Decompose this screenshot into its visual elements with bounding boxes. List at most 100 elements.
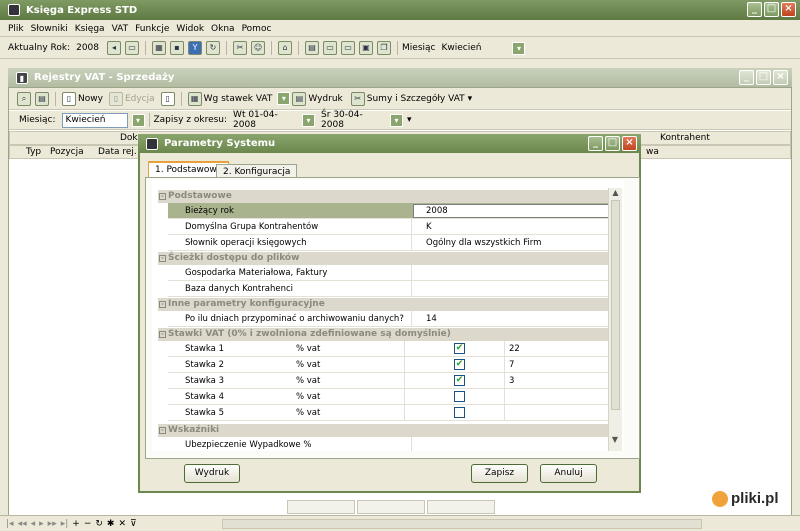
section-wskazniki[interactable]: - Wskaźniki xyxy=(158,424,608,437)
menu-ksiega[interactable]: Księga xyxy=(75,24,105,34)
new-doc-icon[interactable]: ▯ xyxy=(62,91,76,106)
column-wa[interactable]: wa xyxy=(646,147,659,157)
add-record-icon[interactable]: + xyxy=(72,519,80,529)
chevron-down-icon[interactable]: ▾ xyxy=(512,41,526,55)
delete-record-icon[interactable]: − xyxy=(84,519,92,529)
copy-icon[interactable]: ❐ xyxy=(377,41,392,55)
menu-okna[interactable]: Okna xyxy=(211,24,235,34)
row-biezacy-rok[interactable]: Bieżący rok 2008 xyxy=(168,203,610,219)
cancel-button[interactable]: Anuluj xyxy=(540,464,597,483)
column-data[interactable]: Data rej. xyxy=(98,147,137,157)
dialog-maximize-icon[interactable]: □ xyxy=(605,136,620,151)
horizontal-scrollbar[interactable] xyxy=(222,519,702,529)
first-record-icon[interactable]: |◂ xyxy=(6,519,14,529)
row-stawka-4[interactable]: Stawka 4% vat xyxy=(168,389,608,405)
filter-month-select[interactable]: Kwiecień xyxy=(61,112,128,128)
collapse-icon[interactable]: - xyxy=(159,193,166,200)
row-grupa-kontrahentow[interactable]: Domyślna Grupa Kontrahentów K xyxy=(168,219,608,235)
collapse-icon[interactable]: - xyxy=(159,301,166,308)
book-icon[interactable]: ▤ xyxy=(305,41,320,55)
date-to-field[interactable]: Śr 30-04-2008 xyxy=(318,110,386,130)
tools-icon[interactable]: ✂ xyxy=(233,41,248,55)
vat-3-checkbox[interactable]: ✔ xyxy=(454,375,465,386)
preview-icon[interactable]: ⌕ xyxy=(17,91,31,106)
row-ubezpieczenie[interactable]: Ubezpieczenie Wypadkowe % xyxy=(168,437,608,451)
row-stawka-2[interactable]: Stawka 2% vat ✔ 7 xyxy=(168,357,608,373)
user-icon[interactable]: ☺ xyxy=(251,41,266,55)
child-close-icon[interactable]: × xyxy=(773,70,788,85)
dialog-close-icon[interactable]: × xyxy=(622,136,637,151)
row-slownik-operacji[interactable]: Słownik operacji księgowych Ogólny dla ws… xyxy=(168,235,608,251)
next-record-icon[interactable]: ▸ xyxy=(39,519,44,529)
child-maximize-icon[interactable]: □ xyxy=(756,70,771,85)
menu-slowniki[interactable]: Słowniki xyxy=(31,24,68,34)
collapse-icon[interactable]: - xyxy=(159,255,166,262)
column-typ[interactable]: Typ xyxy=(26,147,41,157)
chevron-down-icon[interactable]: ▾ xyxy=(302,113,316,127)
refresh-record-icon[interactable]: ↻ xyxy=(95,519,103,529)
print-small-icon[interactable]: ▤ xyxy=(35,91,49,106)
refresh-icon[interactable]: ↻ xyxy=(206,41,221,55)
section-inne[interactable]: - Inne parametry konfiguracyjne xyxy=(158,298,608,311)
sums-button[interactable]: Sumy i Szczegóły VAT xyxy=(367,94,465,104)
vat-1-checkbox[interactable]: ✔ xyxy=(454,343,465,354)
dropdown-arrow-icon[interactable]: ▾ xyxy=(468,94,473,104)
folder-up-icon[interactable]: ▭ xyxy=(341,41,356,55)
save-button[interactable]: Zapisz xyxy=(471,464,528,483)
prev-page-icon[interactable]: ◂◂ xyxy=(18,519,27,529)
menu-vat[interactable]: VAT xyxy=(112,24,129,34)
post-record-icon[interactable]: ✱ xyxy=(107,519,115,529)
save-icon[interactable]: ▪ xyxy=(170,41,185,55)
row-stawka-1[interactable]: Stawka 1% vat ✔ 22 xyxy=(168,341,608,357)
printer-icon[interactable]: ▤ xyxy=(292,91,307,106)
minimize-icon[interactable]: _ xyxy=(747,2,762,17)
sums-tools-icon[interactable]: ✂ xyxy=(350,91,365,106)
vat-4-checkbox[interactable] xyxy=(454,391,465,402)
box-icon[interactable]: ▣ xyxy=(359,41,374,55)
menu-widok[interactable]: Widok xyxy=(176,24,204,34)
row-gospodarka[interactable]: Gospodarka Materiałowa, Faktury xyxy=(168,265,608,281)
row-archiwum[interactable]: Po ilu dniach przypominać o archiwowaniu… xyxy=(168,311,608,327)
calculator-icon[interactable]: ▦ xyxy=(152,41,167,55)
column-contractor[interactable]: Kontrahent xyxy=(660,133,710,143)
section-sciezki[interactable]: - Ścieżki dostępu do plików xyxy=(158,252,608,265)
vat-2-checkbox[interactable]: ✔ xyxy=(454,359,465,370)
chevron-down-icon[interactable]: ▾ xyxy=(390,113,404,127)
rates-icon[interactable]: ▦ xyxy=(187,91,202,106)
print-dialog-button[interactable]: Wydruk xyxy=(184,464,240,483)
row-stawka-5[interactable]: Stawka 5% vat xyxy=(168,405,608,421)
edit-button[interactable]: Edycja xyxy=(125,94,155,104)
dialog-minimize-icon[interactable]: _ xyxy=(588,136,603,151)
section-stawki-vat[interactable]: - Stawki VAT (0% i zwolniona zdefiniowane… xyxy=(158,328,608,341)
date-from-field[interactable]: Wt 01-04-2008 xyxy=(230,110,298,130)
dropdown-arrow-icon[interactable]: ▾ xyxy=(407,115,412,125)
filter-nav-icon[interactable]: ⊽ xyxy=(130,519,137,529)
month-select[interactable]: Kwiecień xyxy=(438,41,508,56)
print-button[interactable]: Wydruk xyxy=(308,94,342,104)
chevron-down-icon[interactable]: ▾ xyxy=(131,113,145,127)
calendar-prev-icon[interactable]: ◂ xyxy=(107,41,122,55)
close-icon[interactable]: × xyxy=(781,2,796,17)
cancel-record-icon[interactable]: ✕ xyxy=(118,519,126,529)
vat-5-checkbox[interactable] xyxy=(454,407,465,418)
folder-open-icon[interactable]: ▭ xyxy=(125,41,140,55)
last-record-icon[interactable]: ▸| xyxy=(61,519,69,529)
grid-scrollbar[interactable]: ▲ xyxy=(608,188,622,451)
scroll-down-icon[interactable]: ▼ xyxy=(609,435,621,446)
row-stawka-3[interactable]: Stawka 3% vat ✔ 3 xyxy=(168,373,608,389)
menu-pomoc[interactable]: Pomoc xyxy=(242,24,272,34)
column-pozycja[interactable]: Pozycja xyxy=(50,147,84,157)
maximize-icon[interactable]: □ xyxy=(764,2,779,17)
new-button[interactable]: Nowy xyxy=(78,94,103,104)
child-minimize-icon[interactable]: _ xyxy=(739,70,754,85)
delete-doc-icon[interactable]: ▯ xyxy=(160,91,175,106)
folder-icon[interactable]: ▭ xyxy=(323,41,338,55)
rates-button[interactable]: Wg stawek VAT xyxy=(204,94,273,104)
menu-funkcje[interactable]: Funkcje xyxy=(135,24,169,34)
next-page-icon[interactable]: ▸▸ xyxy=(48,519,57,529)
year-field[interactable]: 2008 xyxy=(73,41,102,56)
row-baza-kontrahenci[interactable]: Baza danych Kontrahenci xyxy=(168,281,608,297)
scroll-thumb[interactable] xyxy=(611,200,620,410)
prev-record-icon[interactable]: ◂ xyxy=(31,519,36,529)
filter-icon[interactable]: Y xyxy=(188,41,203,55)
